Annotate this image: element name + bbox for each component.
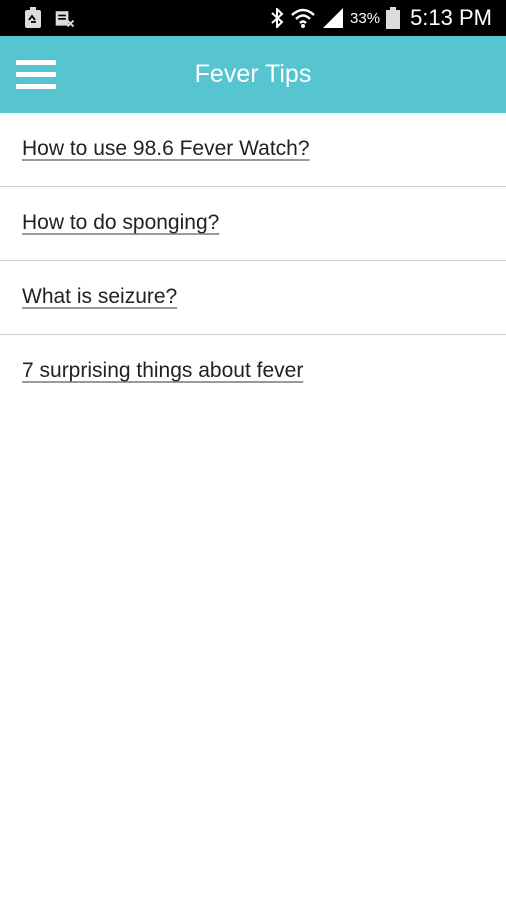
tip-link-fever-watch[interactable]: How to use 98.6 Fever Watch?: [22, 137, 310, 161]
recycle-battery-icon: [25, 7, 41, 28]
list-item: What is seizure?: [0, 261, 506, 335]
tip-link-surprising-things[interactable]: 7 surprising things about fever: [22, 359, 303, 383]
app-bar: Fever Tips: [0, 36, 506, 113]
tips-list: How to use 98.6 Fever Watch? How to do s…: [0, 113, 506, 408]
list-item: How to use 98.6 Fever Watch?: [0, 113, 506, 187]
battery-icon: [386, 7, 401, 29]
list-item: How to do sponging?: [0, 187, 506, 261]
signal-icon: [323, 8, 344, 28]
status-bar-right: 33% 5:13 PM: [264, 0, 492, 36]
status-bar: 33% 5:13 PM: [0, 0, 506, 36]
tip-link-seizure[interactable]: What is seizure?: [22, 285, 177, 309]
list-item: 7 surprising things about fever: [0, 335, 506, 408]
tip-link-sponging[interactable]: How to do sponging?: [22, 211, 219, 235]
page-title: Fever Tips: [194, 60, 312, 88]
battery-percentage: 33%: [350, 9, 381, 27]
image-x-icon: [55, 11, 75, 28]
clock: 5:13 PM: [410, 5, 492, 30]
bluetooth-icon: [271, 8, 284, 28]
wifi-icon: [291, 8, 315, 28]
